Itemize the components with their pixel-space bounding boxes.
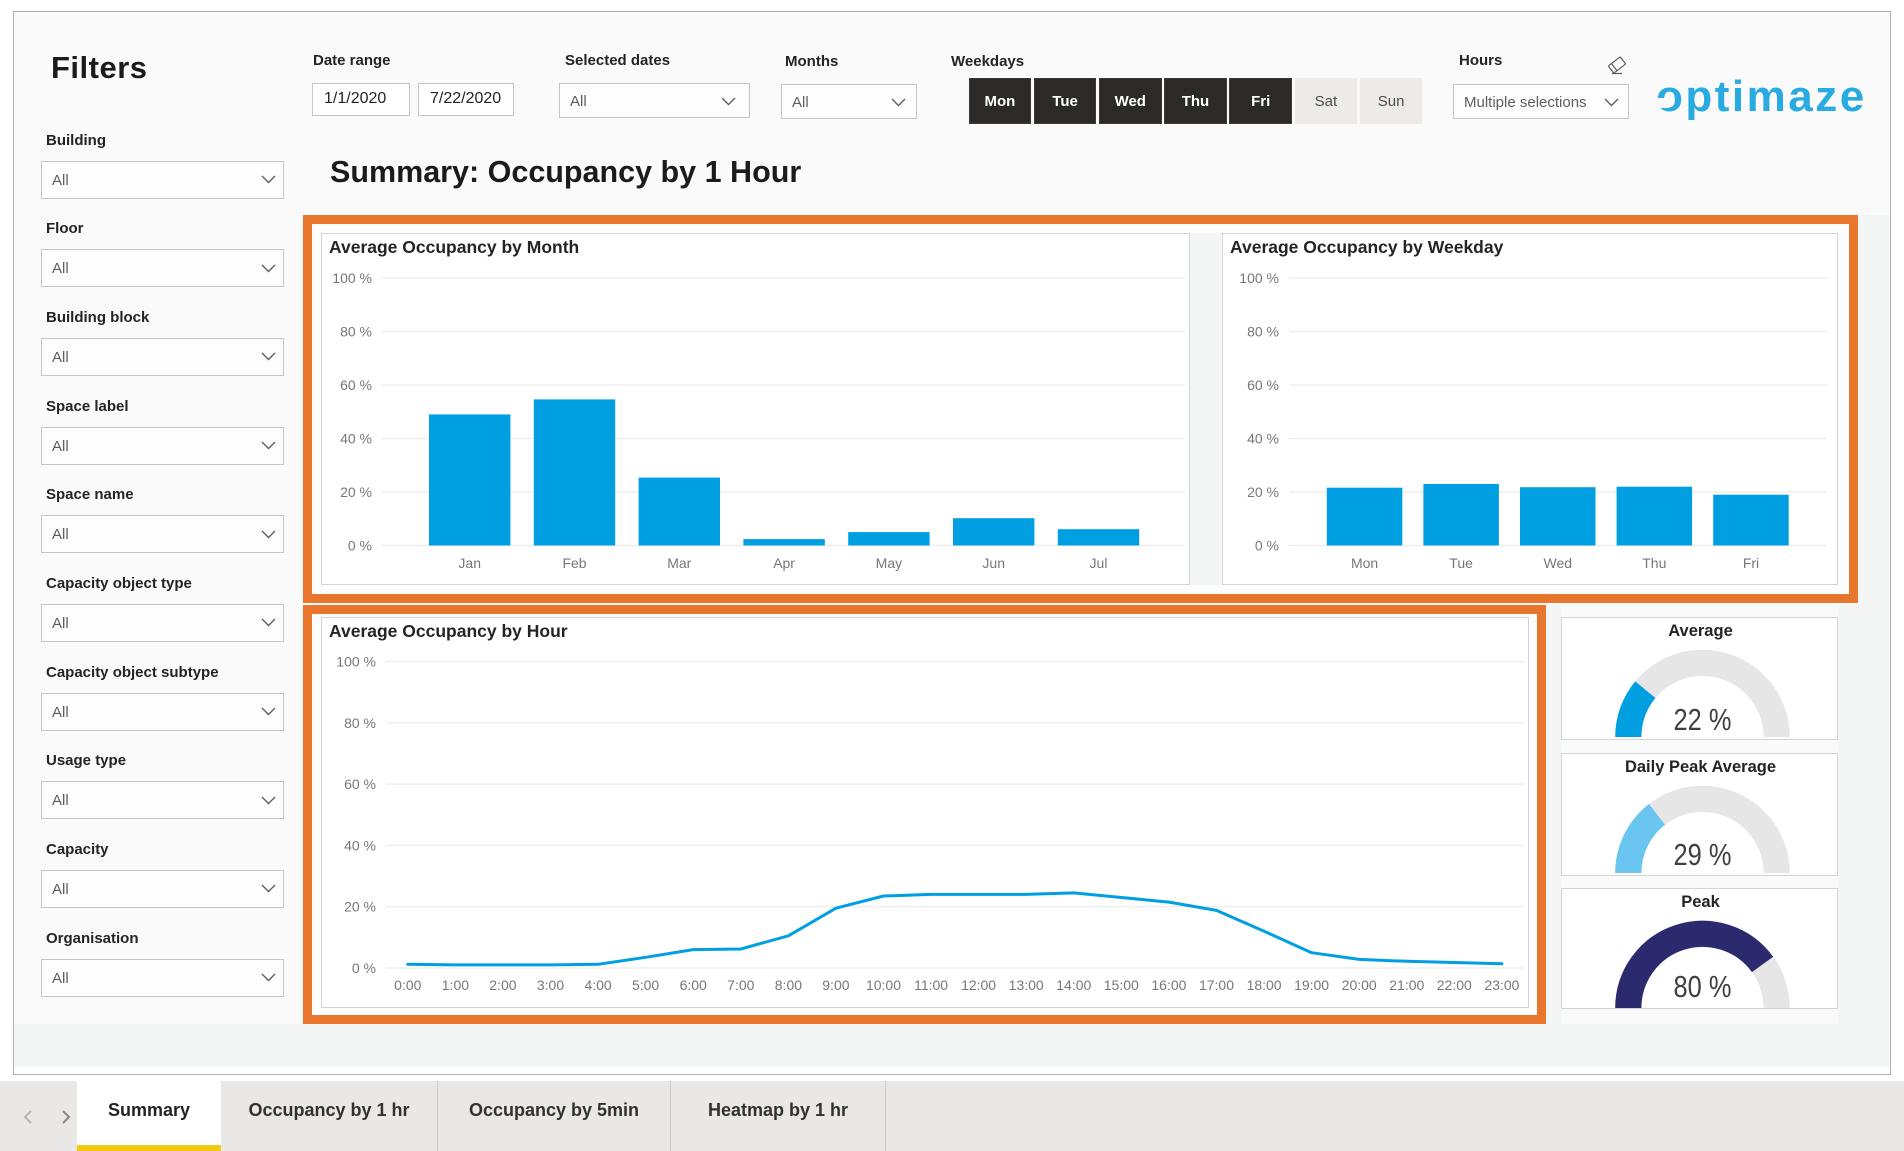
- svg-text:Daily Peak Average: Daily Peak Average: [1625, 758, 1776, 776]
- svg-text:Mon: Mon: [1351, 555, 1378, 571]
- svg-text:80 %: 80 %: [344, 715, 376, 731]
- svg-text:Jul: Jul: [1090, 555, 1108, 571]
- svg-text:2:00: 2:00: [489, 977, 516, 993]
- svg-text:100 %: 100 %: [1239, 270, 1279, 286]
- svg-text:40 %: 40 %: [340, 431, 372, 447]
- svg-text:16:00: 16:00: [1151, 977, 1186, 993]
- svg-text:1:00: 1:00: [442, 977, 469, 993]
- svg-text:22 %: 22 %: [1674, 703, 1732, 738]
- svg-text:100 %: 100 %: [332, 270, 372, 286]
- svg-text:Average: Average: [1668, 622, 1733, 640]
- svg-text:20 %: 20 %: [1247, 484, 1279, 500]
- svg-text:80 %: 80 %: [1247, 324, 1279, 340]
- svg-text:Apr: Apr: [773, 555, 795, 571]
- svg-text:Jan: Jan: [458, 555, 481, 571]
- svg-text:13:00: 13:00: [1009, 977, 1044, 993]
- svg-text:Thu: Thu: [1642, 555, 1666, 571]
- svg-text:Tue: Tue: [1449, 555, 1473, 571]
- svg-text:11:00: 11:00: [914, 977, 948, 993]
- svg-text:0:00: 0:00: [394, 977, 421, 993]
- svg-text:5:00: 5:00: [632, 977, 659, 993]
- svg-text:Average Occupancy by Month: Average Occupancy by Month: [329, 237, 579, 257]
- svg-text:20 %: 20 %: [344, 899, 376, 915]
- svg-text:23:00: 23:00: [1484, 977, 1519, 993]
- svg-text:0 %: 0 %: [352, 960, 376, 976]
- svg-text:18:00: 18:00: [1247, 977, 1282, 993]
- svg-text:7:00: 7:00: [727, 977, 754, 993]
- svg-text:17:00: 17:00: [1199, 977, 1234, 993]
- svg-text:20 %: 20 %: [340, 484, 372, 500]
- svg-text:Jun: Jun: [982, 555, 1005, 571]
- svg-text:22:00: 22:00: [1437, 977, 1472, 993]
- svg-text:3:00: 3:00: [537, 977, 564, 993]
- svg-text:9:00: 9:00: [822, 977, 849, 993]
- svg-text:20:00: 20:00: [1342, 977, 1377, 993]
- svg-text:15:00: 15:00: [1104, 977, 1139, 993]
- svg-text:60 %: 60 %: [344, 776, 376, 792]
- svg-text:Average Occupancy by Hour: Average Occupancy by Hour: [329, 621, 568, 641]
- svg-text:19:00: 19:00: [1294, 977, 1329, 993]
- svg-text:0 %: 0 %: [348, 538, 372, 554]
- svg-text:8:00: 8:00: [775, 977, 802, 993]
- svg-text:12:00: 12:00: [961, 977, 996, 993]
- svg-text:60 %: 60 %: [340, 377, 372, 393]
- svg-text:Fri: Fri: [1743, 555, 1759, 571]
- svg-text:10:00: 10:00: [866, 977, 901, 993]
- svg-text:0 %: 0 %: [1255, 538, 1279, 554]
- svg-text:40 %: 40 %: [344, 837, 376, 853]
- svg-text:Average Occupancy by Weekday: Average Occupancy by Weekday: [1230, 237, 1504, 257]
- svg-text:6:00: 6:00: [680, 977, 707, 993]
- svg-text:Mar: Mar: [667, 555, 691, 571]
- svg-text:80 %: 80 %: [1674, 969, 1732, 1004]
- svg-text:Peak: Peak: [1681, 893, 1720, 911]
- svg-text:80 %: 80 %: [340, 324, 372, 340]
- svg-text:29 %: 29 %: [1674, 837, 1732, 872]
- svg-text:14:00: 14:00: [1056, 977, 1091, 993]
- svg-text:60 %: 60 %: [1247, 377, 1279, 393]
- svg-text:100 %: 100 %: [336, 654, 376, 670]
- svg-text:May: May: [876, 555, 902, 571]
- svg-text:40 %: 40 %: [1247, 431, 1279, 447]
- svg-text:Wed: Wed: [1544, 555, 1573, 571]
- svg-text:21:00: 21:00: [1389, 977, 1424, 993]
- svg-text:4:00: 4:00: [584, 977, 611, 993]
- svg-text:Feb: Feb: [562, 555, 586, 571]
